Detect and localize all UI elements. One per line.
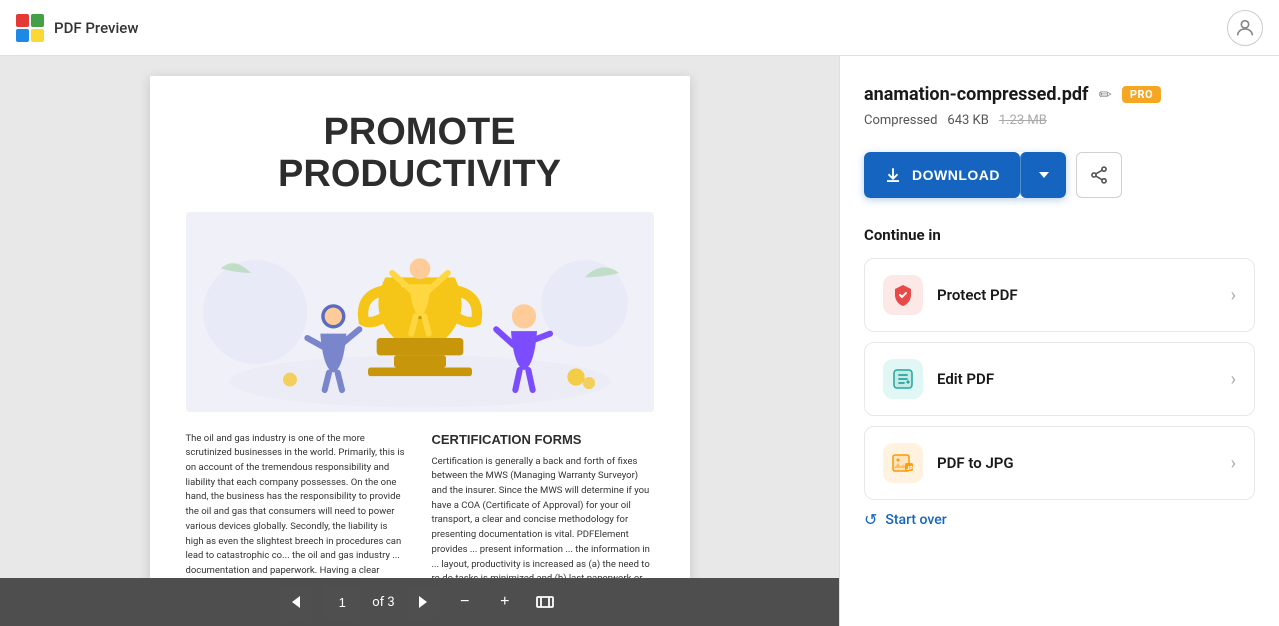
edit-pdf-icon [883, 359, 923, 399]
edit-pdf-label: Edit PDF [937, 370, 994, 388]
cert-text: Certification is generally a back and fo… [432, 455, 654, 578]
pro-badge: PRO [1122, 86, 1161, 103]
download-button[interactable]: DOWNLOAD [864, 152, 1020, 198]
share-button[interactable] [1076, 152, 1122, 198]
fit-page-button[interactable] [531, 588, 559, 616]
logo-cell-blue [16, 29, 29, 42]
header: PDF Preview [0, 0, 1279, 56]
cert-title: CERTIFICATION FORMS [432, 432, 654, 447]
prev-page-button[interactable] [280, 586, 312, 618]
file-name-row: anamation-compressed.pdf ✏ PRO [864, 84, 1255, 105]
page-number-input[interactable]: 1 [324, 586, 360, 618]
pdf-trophy-illustration: 1 ★ ★ ★ [186, 212, 654, 412]
file-meta: Compressed 643 KB 1.23 MB [864, 113, 1255, 128]
protect-pdf-chevron: › [1231, 285, 1236, 306]
pdf-toolbar: 1 of 3 − + [0, 578, 839, 626]
pdf-col-right: CERTIFICATION FORMS Certification is gen… [432, 432, 654, 578]
protect-pdf-label: Protect PDF [937, 286, 1018, 304]
logo-cell-yellow [31, 29, 44, 42]
page-of-label: of 3 [372, 595, 394, 610]
zoom-out-button[interactable]: − [451, 588, 479, 616]
edit-filename-icon[interactable]: ✏ [1098, 85, 1111, 104]
action-card-protect-pdf[interactable]: Protect PDF › [864, 258, 1255, 332]
pdf-to-jpg-chevron: › [1231, 453, 1236, 474]
header-left: PDF Preview [16, 14, 138, 42]
action-card-pdf-to-jpg[interactable]: JPG PDF to JPG › [864, 426, 1255, 500]
pdf-to-jpg-label: PDF to JPG [937, 454, 1014, 472]
start-over-icon: ↺ [864, 510, 877, 529]
action-card-edit-pdf[interactable]: Edit PDF › [864, 342, 1255, 416]
pdf-page: PROMOTE PRODUCTIVITY [150, 76, 690, 578]
pdf-body-left: The oil and gas industry is one of the m… [186, 432, 408, 578]
next-page-button[interactable] [407, 586, 439, 618]
app-title: PDF Preview [54, 19, 138, 37]
pdf-columns: The oil and gas industry is one of the m… [186, 432, 654, 578]
user-avatar[interactable] [1227, 10, 1263, 46]
start-over-label: Start over [885, 512, 946, 528]
logo-cell-red [16, 14, 29, 27]
edit-pdf-chevron: › [1231, 369, 1236, 390]
pdf-to-jpg-icon: JPG [883, 443, 923, 483]
protect-pdf-icon [883, 275, 923, 315]
action-card-protect-left: Protect PDF [883, 275, 1018, 315]
file-name: anamation-compressed.pdf [864, 84, 1088, 105]
file-size: 643 KB [947, 113, 988, 128]
action-card-pdftojpg-left: JPG PDF to JPG [883, 443, 1014, 483]
svg-text:JPG: JPG [907, 466, 916, 472]
logo-cell-green [31, 14, 44, 27]
start-over-row[interactable]: ↺ Start over [864, 510, 1255, 529]
download-dropdown-button[interactable] [1020, 152, 1066, 198]
svg-text:★ ★ ★: ★ ★ ★ [404, 348, 432, 358]
pdf-panel: PROMOTE PRODUCTIVITY [0, 56, 839, 626]
action-card-edit-left: Edit PDF [883, 359, 994, 399]
file-size-original: 1.23 MB [999, 113, 1047, 128]
pdf-scrollarea[interactable]: PROMOTE PRODUCTIVITY [0, 56, 839, 578]
right-panel: anamation-compressed.pdf ✏ PRO Compresse… [839, 56, 1279, 626]
main-layout: PROMOTE PRODUCTIVITY [0, 56, 1279, 626]
compressed-label: Compressed [864, 113, 937, 128]
download-row: DOWNLOAD [864, 152, 1255, 198]
zoom-in-button[interactable]: + [491, 588, 519, 616]
pdf-page-title: PROMOTE PRODUCTIVITY [186, 112, 654, 196]
continue-section-title: Continue in [864, 226, 1255, 244]
app-logo [16, 14, 44, 42]
